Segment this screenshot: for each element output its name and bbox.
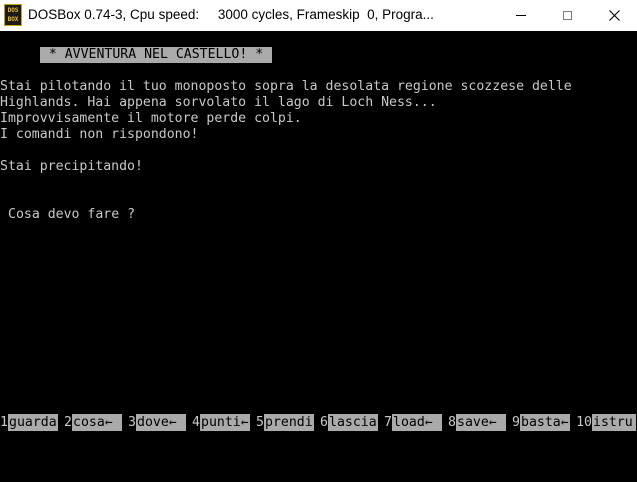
story-line: Stai precipitando!: [0, 159, 143, 174]
story-line: I comandi non rispondono!: [0, 127, 199, 142]
maximize-icon: [562, 11, 572, 20]
story-line: Stai pilotando il tuo monoposto sopra la…: [0, 79, 572, 94]
fkey-1[interactable]: 1 guarda: [0, 414, 64, 431]
fkey-4[interactable]: 4 punti←: [192, 414, 256, 431]
command-prompt: Cosa devo fare ?: [8, 207, 136, 222]
fkey-3[interactable]: 3 dove←: [128, 414, 192, 431]
story-line: Highlands. Hai appena sorvolato il lago …: [0, 95, 437, 110]
fkey-label: prendi: [264, 414, 314, 431]
fkey-label: dove←: [136, 414, 186, 431]
fkey-number: 4: [192, 415, 200, 430]
fkey-number: 8: [448, 415, 456, 430]
story-line: Improvvisamente il motore perde colpi.: [0, 111, 302, 126]
fkey-8[interactable]: 8 save←: [448, 414, 512, 431]
fkey-label: basta←: [520, 414, 570, 431]
fkey-number: 1: [0, 415, 8, 430]
minimize-icon: [516, 15, 526, 16]
fkey-label: load←: [392, 414, 442, 431]
fkey-number: 7: [384, 415, 392, 430]
fkey-label: cosa←: [72, 414, 122, 431]
minimize-button[interactable]: [498, 0, 544, 31]
close-button[interactable]: [591, 0, 637, 31]
dosbox-window: DOS BOX DOSBox 0.74-3, Cpu speed: 3000 c…: [0, 0, 637, 432]
fkey-number: 10: [576, 415, 592, 430]
function-key-bar: 1 guarda 2 cosa← 3 dove← 4 punti← 5 pren…: [0, 414, 637, 431]
fkey-5[interactable]: 5 prendi: [256, 414, 320, 431]
fkey-10[interactable]: 10 istru: [576, 414, 637, 431]
fkey-label: istru: [592, 414, 636, 431]
title-bar[interactable]: DOS BOX DOSBox 0.74-3, Cpu speed: 3000 c…: [0, 0, 637, 31]
fkey-2[interactable]: 2 cosa←: [64, 414, 128, 431]
fkey-label: punti←: [200, 414, 250, 431]
dosbox-app-icon[interactable]: DOS BOX: [4, 4, 22, 26]
fkey-number: 5: [256, 415, 264, 430]
fkey-label: lascia: [328, 414, 378, 431]
fkey-9[interactable]: 9 basta←: [512, 414, 576, 431]
window-title: DOSBox 0.74-3, Cpu speed: 3000 cycles, F…: [28, 7, 434, 22]
fkey-7[interactable]: 7 load←: [384, 414, 448, 431]
app-icon-text-bottom: BOX: [7, 16, 19, 23]
fkey-number: 6: [320, 415, 328, 430]
fkey-label: save←: [456, 414, 506, 431]
dos-screen[interactable]: * AVVENTURA NEL CASTELLO! * Stai pilotan…: [0, 31, 637, 432]
maximize-button[interactable]: [544, 0, 590, 31]
app-icon-text-top: DOS: [7, 7, 19, 14]
fkey-number: 9: [512, 415, 520, 430]
close-icon: [608, 10, 620, 21]
fkey-label: guarda: [8, 414, 58, 431]
fkey-number: 3: [128, 415, 136, 430]
fkey-6[interactable]: 6 lascia: [320, 414, 384, 431]
game-title-banner: * AVVENTURA NEL CASTELLO! *: [40, 47, 272, 63]
fkey-number: 2: [64, 415, 72, 430]
